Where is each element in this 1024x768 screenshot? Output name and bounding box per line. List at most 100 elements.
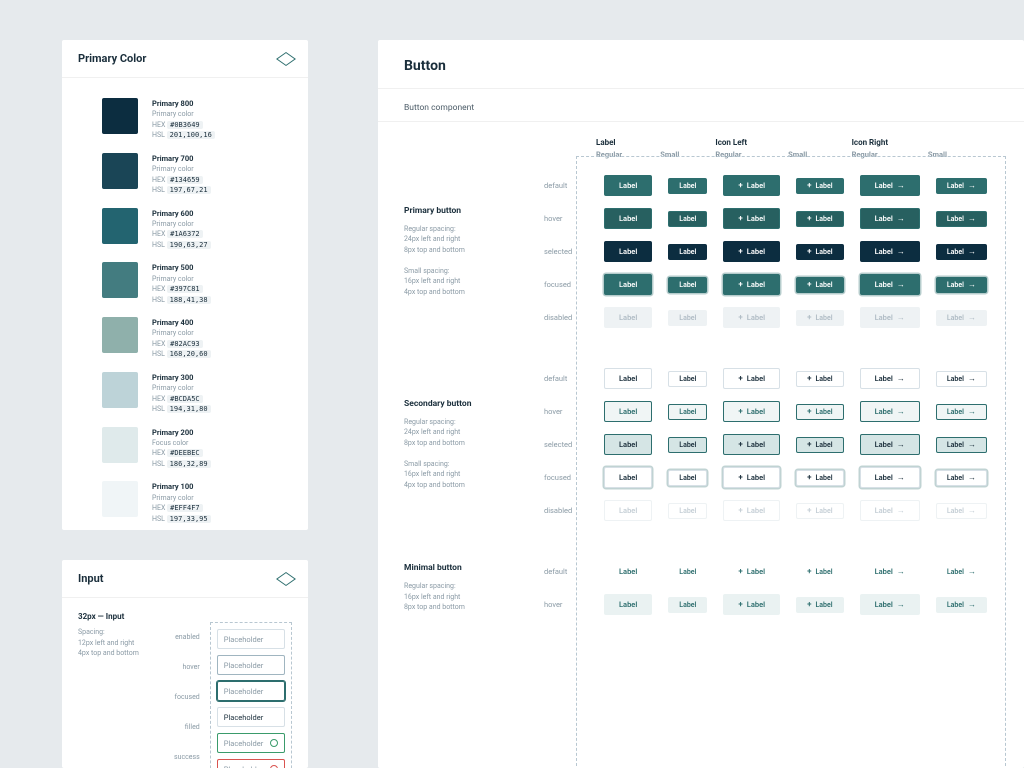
input-note: 12px left and right: [78, 638, 156, 649]
primary-button-focused[interactable]: +Label: [723, 274, 780, 295]
primary-button-default[interactable]: +Label: [723, 175, 780, 196]
secondary-button-disabled: +Label: [723, 500, 780, 521]
minimal-button-default[interactable]: +Label: [796, 564, 843, 580]
button-label: Label: [747, 280, 765, 289]
secondary-button-focused[interactable]: +Label: [723, 467, 780, 488]
minimal-button-hover[interactable]: Label: [668, 597, 707, 613]
secondary-button-default[interactable]: Label→: [860, 368, 920, 389]
color-hex: #EFF4F7: [167, 504, 203, 512]
color-subtitle: Primary color: [152, 274, 211, 285]
secondary-button-focused[interactable]: Label: [604, 467, 652, 488]
input-placeholder: Placeholder: [224, 739, 264, 748]
primary-button-selected[interactable]: Label: [604, 241, 652, 262]
primary-button-focused[interactable]: Label: [604, 274, 652, 295]
primary-button-disabled: Label→: [936, 310, 987, 326]
secondary-button-selected[interactable]: Label: [668, 437, 707, 453]
minimal-button-hover[interactable]: Label→: [860, 594, 920, 615]
button-section-notes: Regular spacing:16px left and right8px t…: [404, 579, 534, 613]
primary-button-selected[interactable]: Label→: [936, 244, 987, 260]
minimal-button-hover[interactable]: +Label: [723, 594, 780, 615]
primary-button-focused[interactable]: Label→: [860, 274, 920, 295]
primary-button-default[interactable]: Label: [604, 175, 652, 196]
button-label: Label: [679, 441, 696, 449]
secondary-button-focused[interactable]: Label→: [860, 467, 920, 488]
color-name: Primary 400: [152, 317, 211, 328]
secondary-button-selected[interactable]: +Label: [796, 437, 843, 453]
secondary-button-default[interactable]: +Label: [723, 368, 780, 389]
primary-button-hover[interactable]: Label→: [936, 211, 987, 227]
primary-button-default[interactable]: Label→: [860, 175, 920, 196]
primary-button-hover[interactable]: +Label: [796, 211, 843, 227]
primary-button-selected[interactable]: +Label: [723, 241, 780, 262]
arrow-right-icon: →: [968, 314, 976, 322]
secondary-button-selected[interactable]: +Label: [723, 434, 780, 455]
color-hsl: 168,20,60: [167, 350, 211, 358]
input-field-enabled[interactable]: Placeholder: [217, 629, 285, 649]
input-field-hover[interactable]: Placeholder: [217, 655, 285, 675]
minimal-button-default[interactable]: Label→: [860, 561, 920, 582]
secondary-button-hover[interactable]: Label→: [860, 401, 920, 422]
button-label: Label: [947, 441, 964, 449]
secondary-button-selected[interactable]: Label→: [860, 434, 920, 455]
minimal-button-default[interactable]: Label: [604, 561, 652, 582]
plus-icon: +: [738, 182, 742, 190]
color-name: Primary 500: [152, 262, 211, 273]
primary-button-default[interactable]: +Label: [796, 178, 843, 194]
secondary-button-selected[interactable]: Label→: [936, 437, 987, 453]
input-state-label: hover: [183, 656, 200, 678]
primary-button-hover[interactable]: +Label: [723, 208, 780, 229]
primary-button-hover[interactable]: Label: [604, 208, 652, 229]
input-field-focused[interactable]: Placeholder: [217, 681, 285, 701]
button-label: Label: [815, 441, 832, 449]
row-state-label: hover: [544, 202, 596, 235]
arrow-right-icon: →: [968, 474, 976, 482]
plus-icon: +: [738, 248, 742, 256]
minimal-button-hover[interactable]: +Label: [796, 597, 843, 613]
input-field-success[interactable]: Placeholder: [217, 733, 285, 753]
minimal-button-default[interactable]: Label: [668, 564, 707, 580]
secondary-button-selected[interactable]: Label: [604, 434, 652, 455]
input-placeholder: Placeholder: [224, 635, 264, 644]
button-label: Label: [875, 181, 893, 190]
secondary-button-default[interactable]: Label: [604, 368, 652, 389]
primary-button-focused[interactable]: Label: [668, 277, 707, 293]
secondary-button-hover[interactable]: Label: [668, 404, 707, 420]
color-subtitle: Primary color: [152, 383, 211, 394]
minimal-button-hover[interactable]: Label: [604, 594, 652, 615]
color-swatch-row: Primary 600 Primary color HEX #1A6372 HS…: [102, 208, 288, 251]
primary-button-hover[interactable]: Label: [668, 211, 707, 227]
color-hsl: 197,67,21: [167, 186, 211, 194]
secondary-button-focused[interactable]: +Label: [796, 470, 843, 486]
button-label: Label: [619, 567, 637, 576]
minimal-button-hover[interactable]: Label→: [936, 597, 987, 613]
secondary-button-default[interactable]: +Label: [796, 371, 843, 387]
secondary-button-hover[interactable]: +Label: [796, 404, 843, 420]
secondary-button-hover[interactable]: +Label: [723, 401, 780, 422]
minimal-button-default[interactable]: Label→: [936, 564, 987, 580]
primary-button-default[interactable]: Label: [668, 178, 707, 194]
secondary-button-hover[interactable]: Label: [604, 401, 652, 422]
primary-button-hover[interactable]: Label→: [860, 208, 920, 229]
secondary-button-focused[interactable]: Label: [668, 470, 707, 486]
primary-button-default[interactable]: Label→: [936, 178, 987, 194]
primary-button-focused[interactable]: Label→: [936, 277, 987, 293]
primary-button-selected[interactable]: +Label: [796, 244, 843, 260]
secondary-button-hover[interactable]: Label→: [936, 404, 987, 420]
button-label: Label: [947, 375, 964, 383]
primary-button-selected[interactable]: Label: [668, 244, 707, 260]
minimal-button-default[interactable]: +Label: [723, 561, 780, 582]
button-label: Label: [947, 474, 964, 482]
primary-button-selected[interactable]: Label→: [860, 241, 920, 262]
input-field-error[interactable]: Placeholder: [217, 759, 285, 768]
input-field-filled[interactable]: Placeholder: [217, 707, 285, 727]
arrow-right-icon: →: [897, 314, 905, 322]
button-label: Label: [679, 601, 696, 609]
secondary-button-focused[interactable]: Label →: [936, 470, 987, 486]
button-label: Label: [815, 314, 832, 322]
secondary-button-default[interactable]: Label→: [936, 371, 987, 387]
secondary-button-default[interactable]: Label: [668, 371, 707, 387]
button-label: Label: [747, 374, 765, 383]
button-label: Label: [679, 375, 696, 383]
primary-button-focused[interactable]: +Label: [796, 277, 843, 293]
color-swatch-row: Primary 100 Primary color HEX #EFF4F7 HS…: [102, 481, 288, 524]
